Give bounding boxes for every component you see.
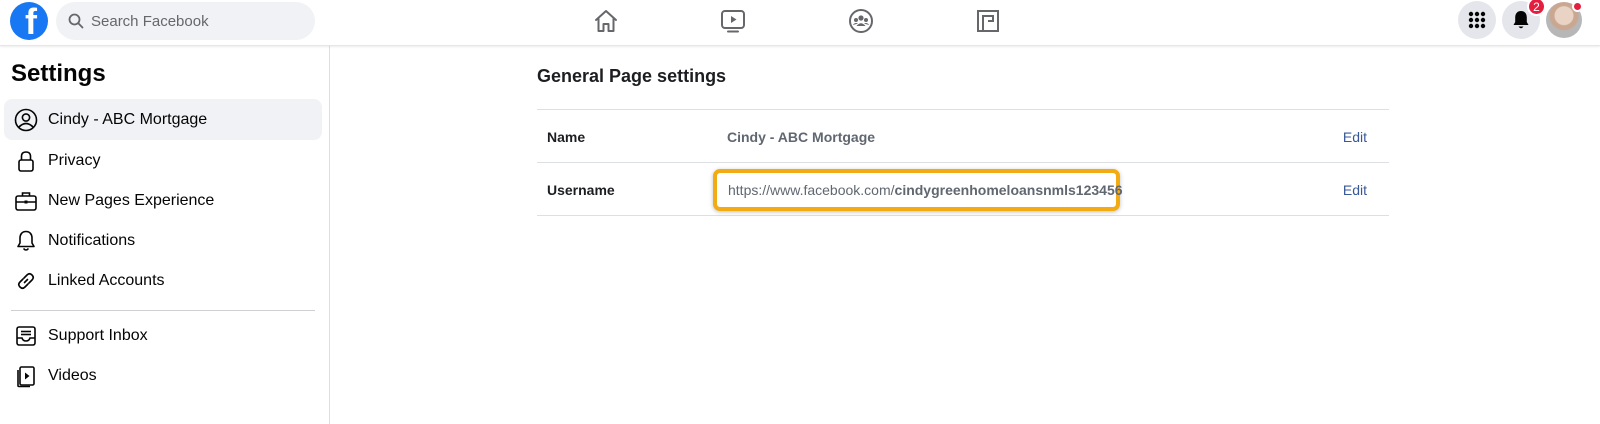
sidebar-item-support-inbox[interactable]: Support Inbox [4, 315, 322, 356]
bell-icon [1513, 11, 1529, 29]
gaming-icon [977, 10, 999, 32]
facebook-logo-letter: f [25, 2, 37, 40]
sidebar-item-notifications[interactable]: Notifications [4, 220, 322, 261]
nav-groups[interactable] [844, 6, 878, 36]
sidebar-divider [11, 310, 315, 311]
nav-gaming[interactable] [971, 6, 1005, 36]
sidebar-item-label: Cindy - ABC Mortgage [48, 110, 208, 128]
home-icon [595, 10, 617, 32]
link-icon [12, 267, 40, 295]
notification-count-badge: 2 [1527, 0, 1546, 16]
setting-label: Username [547, 182, 615, 198]
watch-icon [721, 10, 745, 33]
settings-sidebar: Settings Cindy - ABC Mortgage Privacy Ne… [0, 46, 330, 424]
search-box[interactable] [56, 2, 315, 40]
page-title: General Page settings [537, 66, 727, 86]
notifications-button[interactable]: 2 [1502, 0, 1546, 39]
sidebar-item-label: Privacy [48, 151, 101, 169]
inbox-icon [12, 322, 40, 350]
grid-menu-icon [1468, 11, 1486, 29]
bell-outline-icon [12, 227, 40, 255]
briefcase-icon [12, 187, 40, 215]
sidebar-item-label: Videos [48, 366, 97, 384]
username-url-handle: cindygreenhomeloansnmls123456 [894, 182, 1123, 198]
top-navigation-bar: f Search Facebook 2 [0, 0, 1600, 46]
nav-watch[interactable] [716, 6, 750, 36]
edit-username-link[interactable]: Edit [1343, 182, 1367, 198]
sidebar-item-page-profile[interactable]: Cindy - ABC Mortgage [4, 99, 322, 140]
nav-home[interactable] [589, 6, 623, 36]
edit-name-link[interactable]: Edit [1343, 129, 1367, 145]
groups-icon [849, 9, 873, 33]
menu-button[interactable] [1458, 1, 1496, 39]
profile-icon [12, 106, 40, 134]
sidebar-item-label: Linked Accounts [48, 271, 165, 289]
sidebar-item-new-pages-experience[interactable]: New Pages Experience [4, 180, 322, 221]
username-url-prefix: https://www.facebook.com/ [728, 182, 895, 198]
sidebar-item-label: Support Inbox [48, 326, 148, 344]
settings-table: Name Cindy - ABC Mortgage Edit Username … [537, 109, 1389, 216]
sidebar-item-videos[interactable]: Videos [4, 355, 322, 396]
sidebar-item-label: Notifications [48, 231, 136, 249]
video-icon [12, 362, 40, 390]
username-url-highlight: https://www.facebook.com/cindygreenhomel… [713, 169, 1123, 211]
sidebar-item-label: New Pages Experience [48, 191, 215, 209]
setting-row-name: Name Cindy - ABC Mortgage Edit [537, 110, 1389, 163]
search-input[interactable] [91, 12, 291, 30]
setting-value: Cindy - ABC Mortgage [727, 129, 876, 145]
lock-icon [12, 147, 40, 175]
search-icon [68, 13, 84, 29]
setting-label: Name [547, 129, 586, 145]
setting-row-username: Username https://www.facebook.com/cindyg… [537, 163, 1389, 216]
facebook-logo[interactable]: f [10, 2, 48, 40]
sidebar-item-privacy[interactable]: Privacy [4, 140, 322, 181]
profile-avatar[interactable] [1546, 1, 1583, 38]
sidebar-title: Settings [11, 60, 106, 87]
sidebar-item-linked-accounts[interactable]: Linked Accounts [4, 260, 322, 301]
avatar-alert-dot [1572, 1, 1583, 12]
